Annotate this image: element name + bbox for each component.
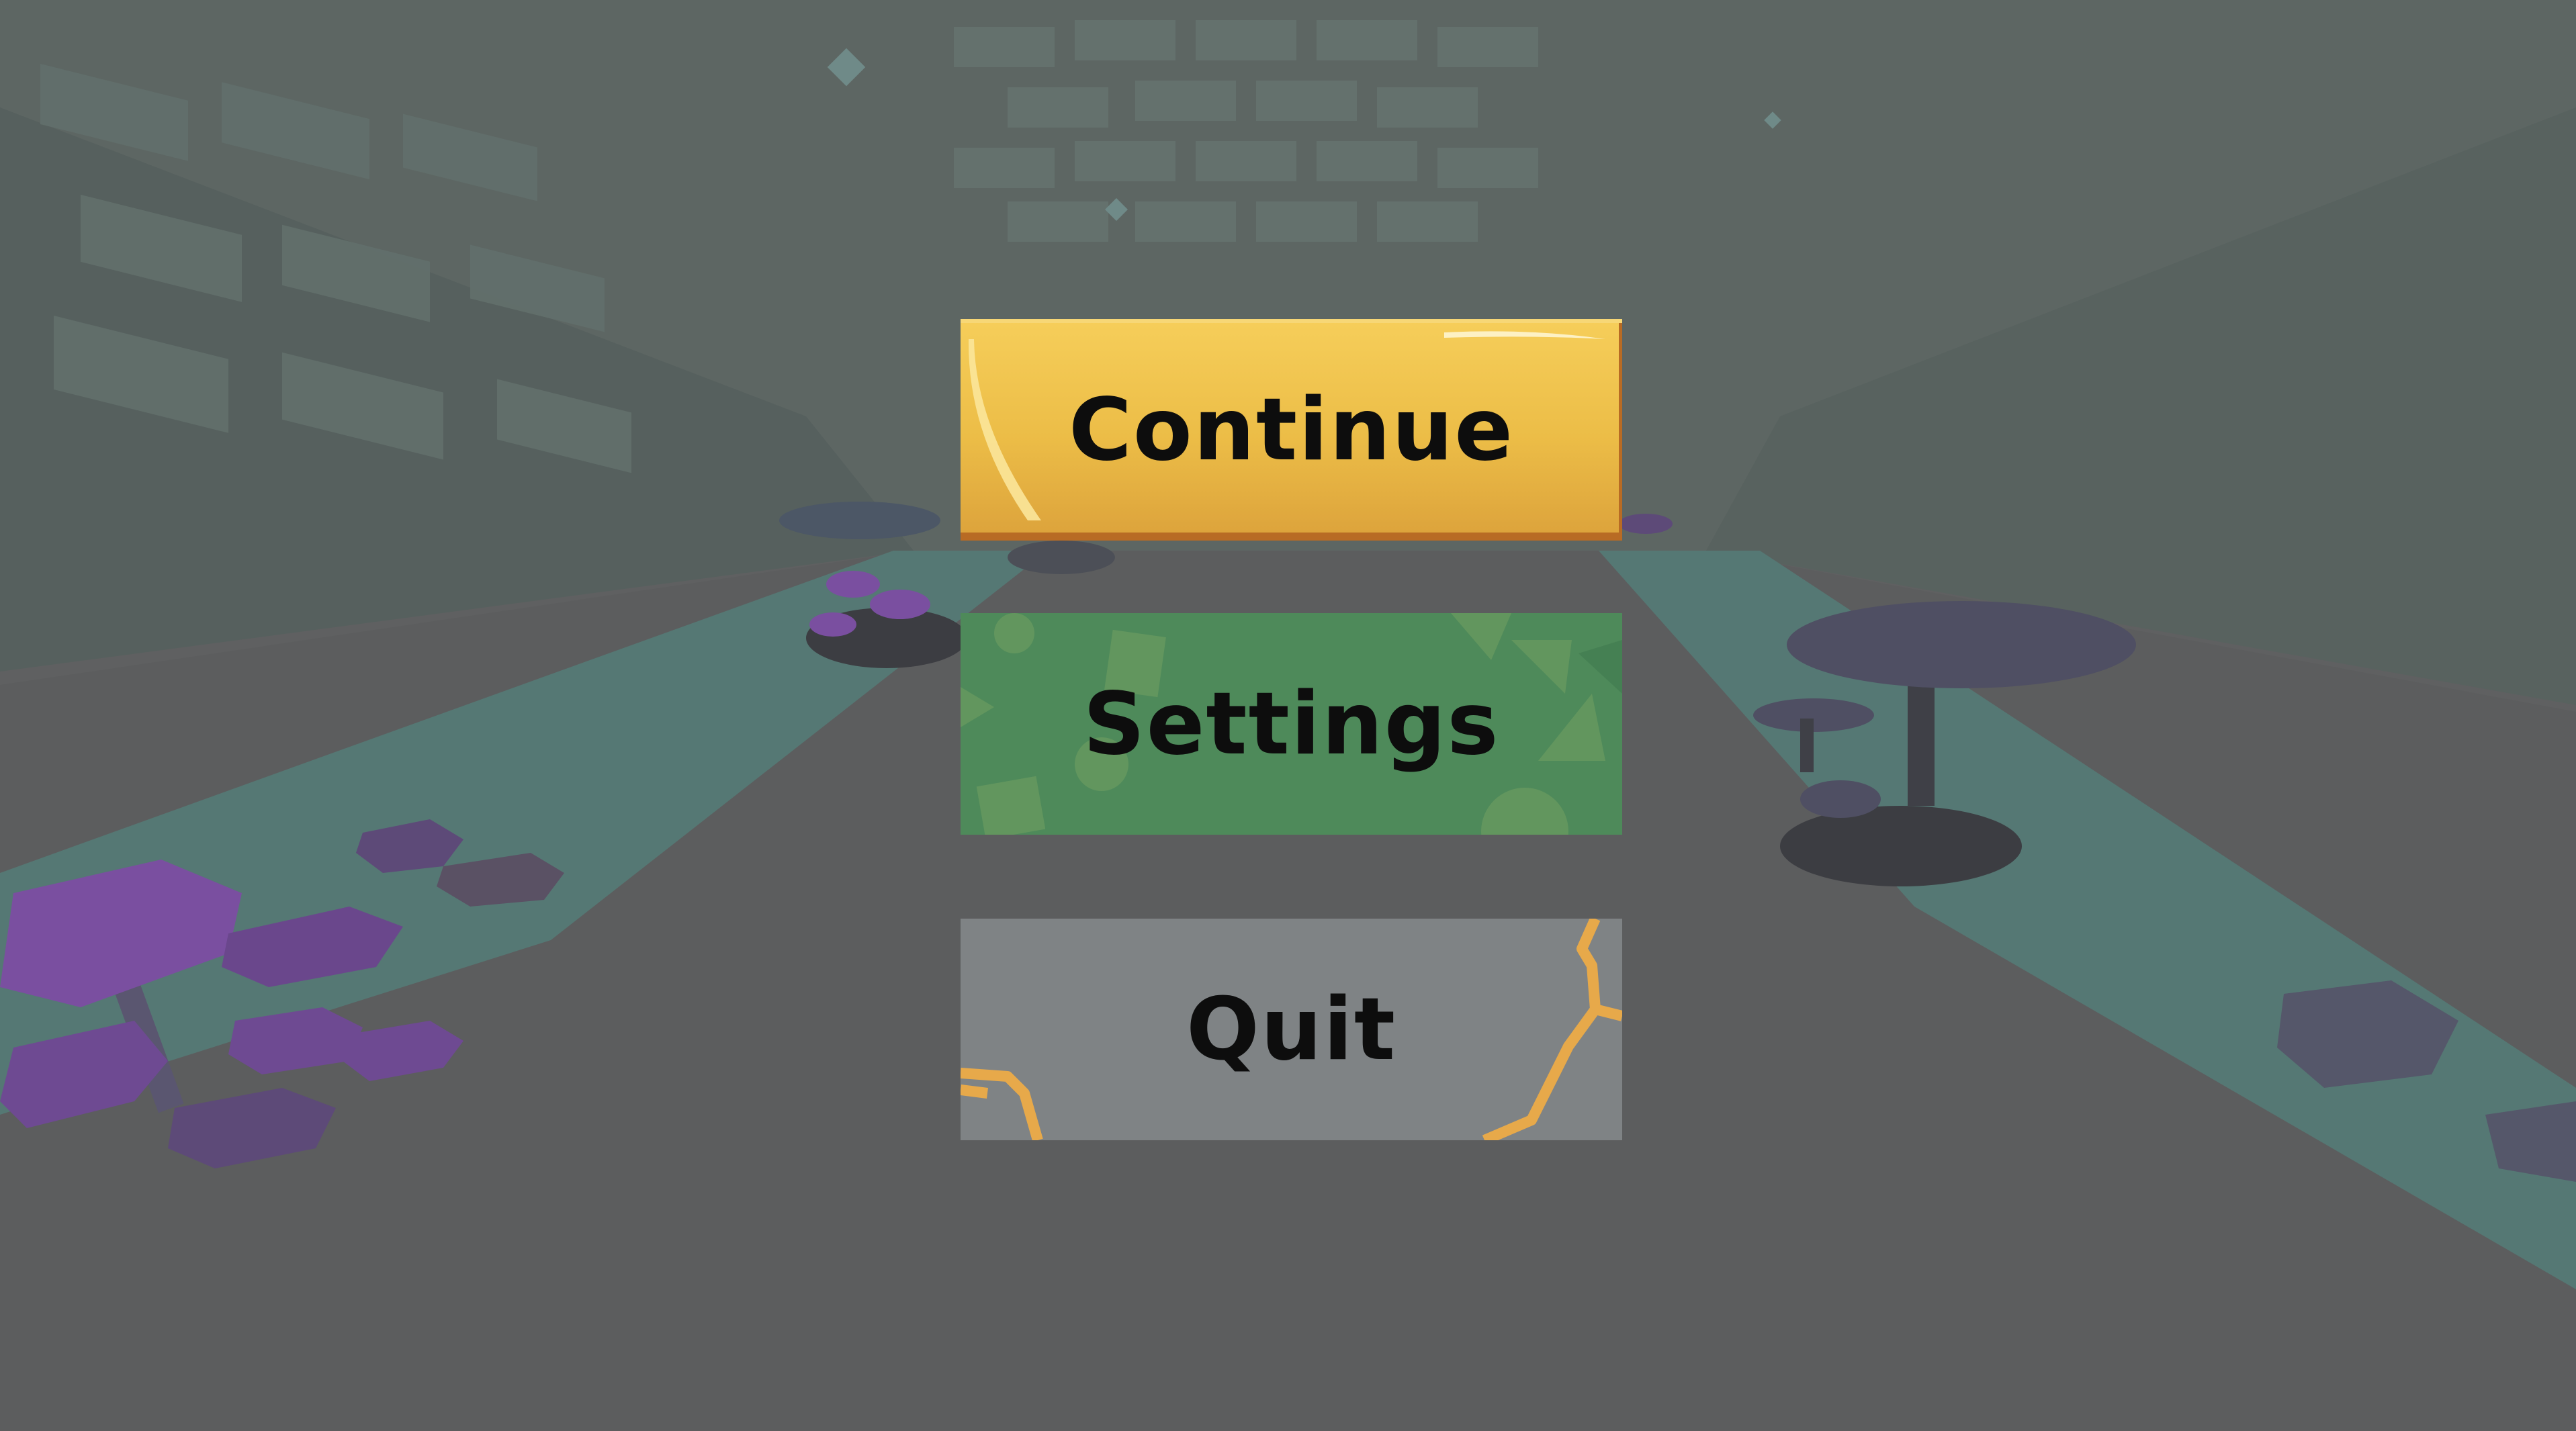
continue-label: Continue: [1068, 379, 1515, 480]
continue-button[interactable]: Continue: [961, 319, 1622, 541]
quit-button[interactable]: Quit: [961, 919, 1622, 1140]
settings-label: Settings: [1083, 674, 1500, 774]
quit-label: Quit: [1186, 979, 1396, 1080]
settings-button[interactable]: Settings: [961, 613, 1622, 835]
